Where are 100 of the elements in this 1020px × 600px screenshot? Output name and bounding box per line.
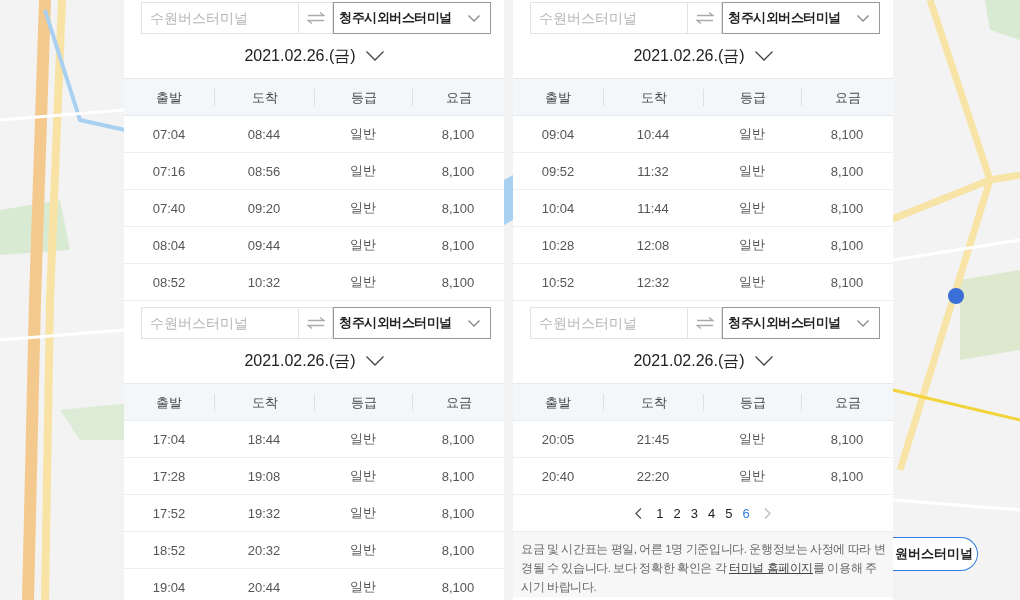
table-cell-text: 일반 [738, 430, 766, 448]
table-cell-text: 10:04 [540, 200, 576, 216]
table-cell-text: 일반 [349, 430, 377, 448]
departure-field[interactable]: 수원버스터미널 [530, 307, 687, 339]
date-dropdown[interactable]: 2021.02.26.(금) [240, 350, 388, 372]
table-cell-text: 8,100 [829, 431, 865, 447]
table-cell-text: 8,100 [440, 126, 476, 142]
table-cell-text: 18:44 [246, 431, 282, 447]
table-cell-text: 8,100 [440, 468, 476, 484]
column-header: 도착 [603, 393, 703, 411]
swap-button[interactable] [298, 2, 333, 34]
chevron-down-icon [857, 14, 869, 22]
table-cell-text: 07:04 [151, 126, 187, 142]
chevron-down-icon [754, 51, 773, 61]
table-cell-text: 07:16 [151, 163, 187, 179]
table-cell-text: 18:52 [151, 542, 187, 558]
column-header: 도착 [214, 393, 314, 411]
table-cell-text: 09:44 [246, 237, 282, 253]
column-header: 출발 [544, 393, 572, 411]
table-cell-text: 20:32 [246, 542, 282, 558]
table-cell-text: 일반 [349, 467, 377, 485]
table-cell-text: 19:32 [246, 505, 282, 521]
swap-button[interactable] [298, 307, 333, 339]
column-header: 요금 [801, 393, 893, 411]
page-link[interactable]: 2 [671, 505, 683, 521]
table-cell-text: 8,100 [440, 579, 476, 595]
chevron-down-icon [468, 14, 480, 22]
table-cell-text: 일반 [349, 125, 377, 143]
table-cell-text: 09:20 [246, 200, 282, 216]
table-cell-text: 08:04 [151, 237, 187, 253]
table-cell-text: 19:08 [246, 468, 282, 484]
table-cell-text: 10:28 [540, 237, 576, 253]
table-cell-text: 08:56 [246, 163, 282, 179]
chevron-down-icon [365, 51, 384, 61]
table-cell-text: 일반 [349, 199, 377, 217]
departure-field[interactable]: 수원버스터미널 [141, 307, 298, 339]
column-header: 출발 [155, 393, 183, 411]
page-link[interactable]: 1 [654, 505, 666, 521]
table-cell-text: 09:04 [540, 126, 576, 142]
arrival-dropdown[interactable]: 청주시외버스터미널 [333, 307, 491, 339]
column-header: 요금 [412, 393, 504, 411]
chevron-right-icon [763, 507, 771, 519]
notice-text: 요금 및 시간표는 평일, 어른 1명 기준입니다. 운행정보는 사정에 따라 변경될 수 있습니다. 보다 정확한 확인은 각 터미널 홈페이지 를 이용해 주시기 바랍니다. [521, 542, 887, 595]
column-header: 등급 [703, 88, 801, 106]
table-cell-text: 8,100 [440, 237, 476, 253]
page-link[interactable]: 5 [723, 505, 735, 521]
table-cell-text: 20:05 [540, 431, 576, 447]
table-cell-text: 10:32 [246, 274, 282, 290]
column-header: 도착 [603, 88, 703, 106]
terminal-button[interactable]: 원버스터미널 [893, 537, 978, 571]
table-cell-text: 일반 [349, 541, 377, 559]
table-cell-text: 8,100 [440, 542, 476, 558]
chevron-down-icon [365, 356, 384, 366]
date-dropdown[interactable]: 2021.02.26.(금) [629, 45, 777, 67]
table-cell-text: 08:44 [246, 126, 282, 142]
table-cell-text: 일반 [738, 125, 766, 143]
page-link[interactable]: 4 [706, 505, 718, 521]
chevron-down-icon [754, 356, 773, 366]
swap-icon [695, 12, 714, 24]
column-header: 요금 [412, 88, 504, 106]
date-dropdown[interactable]: 2021.02.26.(금) [240, 45, 388, 67]
table-cell-text: 8,100 [829, 274, 865, 290]
table-cell-text: 19:04 [151, 579, 187, 595]
table-cell-text: 12:32 [635, 274, 671, 290]
table-cell-text: 07:40 [151, 200, 187, 216]
swap-icon [306, 12, 325, 24]
table-cell-text: 21:45 [635, 431, 671, 447]
page-link[interactable]: 6 [740, 505, 752, 521]
table-cell-text: 8,100 [829, 237, 865, 253]
arrival-dropdown[interactable]: 청주시외버스터미널 [333, 2, 491, 34]
table-cell-text: 20:44 [246, 579, 282, 595]
table-cell-text: 일반 [738, 236, 766, 254]
chevron-down-icon [857, 319, 869, 327]
table-cell-text: 20:40 [540, 468, 576, 484]
page-link[interactable]: 3 [688, 505, 700, 521]
column-header: 등급 [314, 88, 412, 106]
table-cell-text: 일반 [738, 273, 766, 291]
table-cell-text: 일반 [738, 467, 766, 485]
table-cell-text: 8,100 [829, 126, 865, 142]
table-cell-text: 8,100 [440, 200, 476, 216]
chevron-left-icon [635, 507, 643, 519]
table-cell-text: 10:52 [540, 274, 576, 290]
table-cell-text: 8,100 [440, 274, 476, 290]
arrival-dropdown[interactable]: 청주시외버스터미널 [722, 2, 880, 34]
swap-button[interactable] [687, 307, 722, 339]
departure-field[interactable]: 수원버스터미널 [530, 2, 687, 34]
column-header: 등급 [314, 393, 412, 411]
table-cell-text: 8,100 [829, 200, 865, 216]
table-cell-text: 22:20 [635, 468, 671, 484]
departure-field[interactable]: 수원버스터미널 [141, 2, 298, 34]
table-cell-text: 11:44 [636, 200, 670, 216]
table-cell-text: 일반 [738, 199, 766, 217]
table-cell-text: 17:04 [151, 431, 187, 447]
table-cell-text: 08:52 [151, 274, 187, 290]
swap-button[interactable] [687, 2, 722, 34]
arrival-dropdown[interactable]: 청주시외버스터미널 [722, 307, 880, 339]
table-cell-text: 일반 [349, 578, 377, 596]
date-dropdown[interactable]: 2021.02.26.(금) [629, 350, 777, 372]
column-header: 출발 [155, 88, 183, 106]
homepage-link[interactable]: 터미널 홈페이지 [728, 562, 813, 574]
